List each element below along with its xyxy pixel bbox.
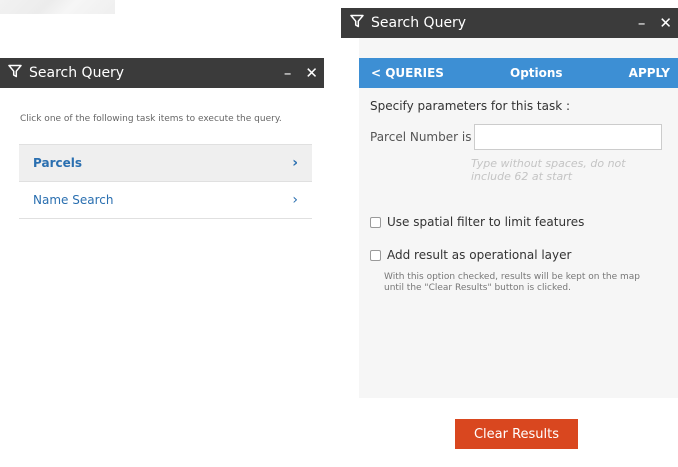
operational-layer-note: With this option checked, results will b… [384,272,640,293]
task-label: Parcels [33,156,82,170]
spatial-filter-label: Use spatial filter to limit features [387,215,585,229]
right-titlebar[interactable]: Search Query – ✕ [341,8,678,38]
parcel-number-label: Parcel Number is [370,130,472,144]
left-titlebar[interactable]: Search Query – ✕ [0,58,324,88]
spatial-filter-checkbox[interactable] [370,216,381,228]
clear-results-button[interactable]: Clear Results [455,419,578,449]
instruction-text: Click one of the following task items to… [20,114,282,124]
options-heading: Options [510,66,563,80]
right-search-query-panel: Search Query – ✕ < QUERIES Options APPLY… [341,8,678,398]
apply-button[interactable]: APPLY [629,66,670,80]
back-to-queries-link[interactable]: < QUERIES [371,66,444,80]
task-item-parcels[interactable]: Parcels › [19,144,312,182]
minimize-button[interactable]: – [284,65,292,81]
chevron-right-icon: › [292,192,298,208]
spec-text: Specify parameters for this task : [370,99,571,113]
task-label: Name Search [33,193,114,207]
parcel-number-row: Parcel Number is [370,124,678,150]
filter-icon [8,64,22,82]
spatial-filter-option[interactable]: Use spatial filter to limit features [370,215,678,229]
left-panel-border [317,88,324,348]
right-panel-title: Search Query [371,15,467,31]
task-item-name-search[interactable]: Name Search › [19,182,312,219]
left-panel-title: Search Query [29,65,125,81]
parcel-number-input[interactable] [474,124,663,150]
right-panel-body: < QUERIES Options APPLY Specify paramete… [359,38,678,398]
left-search-query-panel: Search Query – ✕ Click one of the follow… [0,58,324,348]
options-navbar: < QUERIES Options APPLY [359,58,678,88]
minimize-button[interactable]: – [638,15,646,31]
left-panel-body: Click one of the following task items to… [6,88,318,348]
task-list: Parcels › Name Search › [19,144,312,219]
filter-icon [350,14,364,32]
chevron-right-icon: › [292,155,298,171]
operational-layer-option[interactable]: Add result as operational layer [370,248,678,262]
operational-layer-checkbox[interactable] [370,249,381,261]
close-button[interactable]: ✕ [305,65,318,81]
parcel-number-hint: Type without spaces, do not include 62 a… [471,157,626,183]
operational-layer-label: Add result as operational layer [387,248,572,262]
close-button[interactable]: ✕ [659,15,672,31]
background-tile [0,0,115,14]
